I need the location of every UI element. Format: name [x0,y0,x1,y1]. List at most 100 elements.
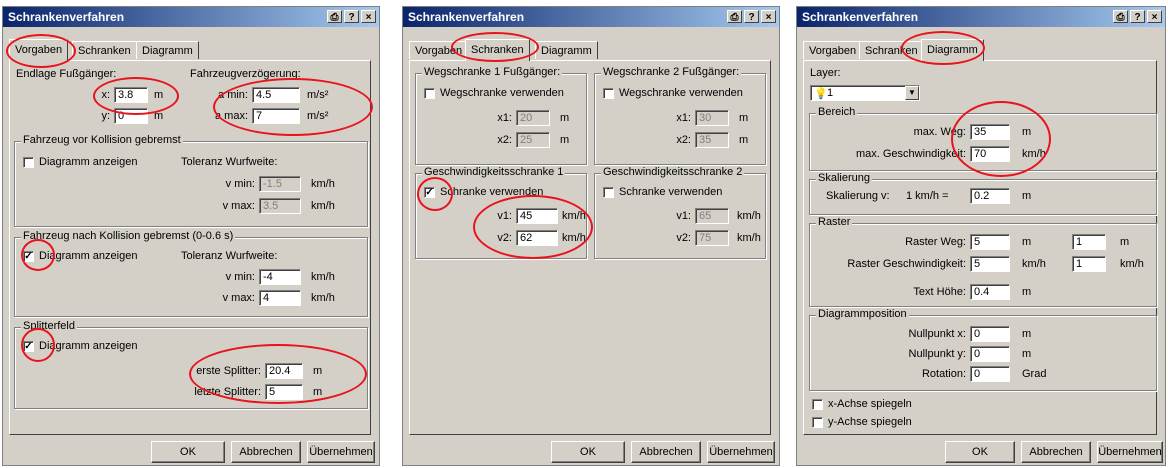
tab-vorgaben[interactable]: Vorgaben [803,41,863,59]
help-button[interactable]: ? [344,10,359,23]
texth-input[interactable]: 0.4 [970,284,1010,300]
g1-checkbox[interactable] [23,157,34,168]
skal-input[interactable]: 0.2 [970,188,1010,204]
g1-vmax-input[interactable]: 3.5 [259,198,301,214]
layer-select[interactable]: 💡 1 ▼ [810,85,920,101]
ny-unit: m [1022,348,1032,360]
apply-button[interactable]: Übernehmen [707,441,775,463]
help-button[interactable]: ? [744,10,759,23]
amax-input[interactable]: 7 [252,108,300,124]
group-skalierung: Skalierung Skalierung v: 1 km/h = 0.2 m [809,172,1157,215]
tab-diagramm[interactable]: Diagramm [136,41,199,59]
g1-checkbox-label: Diagramm anzeigen [39,156,138,168]
tab-panel: Layer: 💡 1 ▼ Bereich max. Weg: 35 m max.… [803,60,1157,435]
group-raster: Raster Raster Weg: 5 m 1 m Raster Geschw… [809,216,1157,307]
rot-input[interactable]: 0 [970,366,1010,382]
apply-button[interactable]: Übernehmen [1097,441,1163,463]
gs1-checkbox[interactable]: ✓ [424,187,435,198]
tab-diagramm[interactable]: Diagramm [921,39,984,61]
amin-input[interactable]: 4.5 [252,87,300,103]
tab-schranken[interactable]: Schranken [859,41,924,59]
cancel-button[interactable]: Abbrechen [631,441,701,463]
bulb-icon: 💡 [814,88,828,100]
group-caption: Diagrammposition [816,308,909,320]
gs1-v1-input[interactable]: 45 [516,208,558,224]
gs1-v2-input[interactable]: 62 [516,230,558,246]
x-input[interactable]: 3.8 [114,87,148,103]
ws1-x1-input[interactable]: 20 [516,110,550,126]
maxgeschw-label: max. Geschwindigkeit: [855,148,966,160]
gs2-checkbox[interactable] [603,187,614,198]
gs2-v2-unit: km/h [737,232,761,244]
tab-vorgaben[interactable]: Vorgaben [9,39,69,61]
g1-vmin-unit: km/h [311,178,335,190]
rweg-unit-2: m [1120,236,1130,248]
ws2-x2-unit: m [739,134,749,146]
xachse-checkbox[interactable] [812,399,823,410]
gs2-v1-unit: km/h [737,210,761,222]
skal-label: Skalierung v: [826,190,890,202]
ws2-checkbox[interactable] [603,88,614,99]
help-button[interactable]: ? [1130,10,1145,23]
close-button[interactable]: × [1147,10,1162,23]
print-icon[interactable]: ⎙ [327,10,342,23]
g2-checkbox[interactable]: ✓ [23,251,34,262]
tab-vorgaben[interactable]: Vorgaben [409,41,469,59]
amax-unit: m/s² [307,110,329,122]
tab-diagramm[interactable]: Diagramm [535,41,598,59]
g2-vmin-input[interactable]: -4 [259,269,301,285]
rweg-input[interactable]: 5 [970,234,1010,250]
ok-button[interactable]: OK [551,441,625,463]
erste-input[interactable]: 20.4 [265,363,303,379]
ws1-checkbox[interactable] [424,88,435,99]
rweg-label: Raster Weg: [905,236,966,248]
amin-label: a min: [218,89,248,101]
g2-vmin-label: v min: [225,271,255,283]
ok-button[interactable]: OK [151,441,225,463]
g1-vmin-input[interactable]: -1.5 [259,176,301,192]
yachse-checkbox[interactable] [812,417,823,428]
group-caption: Fahrzeug nach Kollision gebremst (0-0.6 … [21,230,236,242]
dialog-schranken: Schrankenverfahren ⎙ ? × Vorgaben Schran… [402,6,780,466]
g3-checkbox[interactable]: ✓ [23,341,34,352]
gs2-v1-input[interactable]: 65 [695,208,729,224]
print-icon[interactable]: ⎙ [727,10,742,23]
ws2-x1-unit: m [739,112,749,124]
chevron-down-icon[interactable]: ▼ [905,86,919,100]
rweg-input-2[interactable]: 1 [1072,234,1106,250]
gs2-v2-input[interactable]: 75 [695,230,729,246]
g2-vmax-unit: km/h [311,292,335,304]
tab-schranken[interactable]: Schranken [72,41,137,59]
group-caption: Raster [816,216,853,228]
rgeschw-input[interactable]: 5 [970,256,1010,272]
close-button[interactable]: × [361,10,376,23]
y-unit: m [154,110,164,122]
y-input[interactable]: 0 [114,108,148,124]
print-icon[interactable]: ⎙ [1113,10,1128,23]
gs1-v1-label: v1: [497,210,512,222]
g2-vmax-input[interactable]: 4 [259,290,301,306]
endlage-label: Endlage Fußgänger: [16,68,117,80]
maxweg-input[interactable]: 35 [970,124,1010,140]
gs1-v2-unit: km/h [562,232,586,244]
close-button[interactable]: × [761,10,776,23]
ok-button[interactable]: OK [945,441,1015,463]
rgeschw-input-2[interactable]: 1 [1072,256,1106,272]
cancel-button[interactable]: Abbrechen [231,441,301,463]
group-bereich: Bereich max. Weg: 35 m max. Geschwindigk… [809,106,1157,171]
ws2-x1-input[interactable]: 30 [695,110,729,126]
group-splitterfeld: Splitterfeld ✓ Diagramm anzeigen erste S… [14,320,368,409]
cancel-button[interactable]: Abbrechen [1021,441,1091,463]
ny-input[interactable]: 0 [970,346,1010,362]
apply-button[interactable]: Übernehmen [307,441,375,463]
y-label: y: [101,110,110,122]
rot-unit: Grad [1022,368,1047,380]
tab-schranken[interactable]: Schranken [465,39,530,61]
ws2-x2-input[interactable]: 35 [695,132,729,148]
gs2-v1-label: v1: [676,210,691,222]
maxgeschw-input[interactable]: 70 [970,146,1010,162]
ws1-x2-label: x2: [497,134,512,146]
ws1-x2-input[interactable]: 25 [516,132,550,148]
nx-input[interactable]: 0 [970,326,1010,342]
letzte-input[interactable]: 5 [265,384,303,400]
